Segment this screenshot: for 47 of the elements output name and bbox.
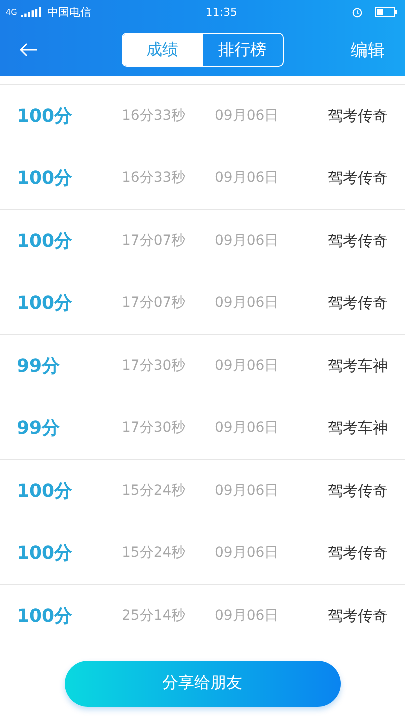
score-text: 100分 — [17, 230, 74, 253]
score-text: 100分 — [17, 167, 74, 190]
score-text: 99分 — [17, 355, 62, 378]
date-text: 09月06日 — [215, 232, 280, 250]
nickname-text: 驾考传奇 — [328, 606, 388, 626]
status-time: 11:35 — [206, 6, 238, 18]
nickname-text: 驾考传奇 — [328, 544, 388, 562]
date-text: 09月06日 — [215, 482, 280, 500]
duration-text: 17分07秒 — [122, 294, 187, 312]
date-text: 09月06日 — [215, 107, 280, 125]
nickname-text: 驾考传奇 — [328, 232, 388, 250]
duration-text: 25分14秒 — [122, 607, 187, 625]
signal-icon — [21, 7, 44, 17]
back-button[interactable] — [20, 43, 38, 57]
score-text: 100分 — [17, 480, 74, 503]
alarm-icon — [352, 6, 363, 18]
date-text: 09月06日 — [215, 357, 280, 375]
carrier-label: 中国电信 — [47, 4, 92, 20]
date-text: 09月06日 — [215, 419, 280, 437]
score-text: 100分 — [17, 605, 74, 628]
duration-text: 16分33秒 — [122, 107, 187, 125]
network-label: 4G — [6, 8, 18, 16]
score-text: 100分 — [17, 105, 74, 128]
tab[interactable]: 成绩 — [122, 34, 202, 66]
nickname-text: 驾考传奇 — [328, 294, 388, 312]
nickname-text: 驾考传奇 — [328, 106, 388, 126]
duration-text: 16分33秒 — [122, 169, 187, 187]
date-text: 09月06日 — [215, 544, 280, 562]
nickname-text: 驾考传奇 — [328, 168, 388, 188]
score-text: 99分 — [17, 417, 62, 440]
duration-text: 15分24秒 — [122, 544, 187, 562]
nickname-text: 驾考传奇 — [328, 482, 388, 500]
nickname-text: 驾考车神 — [328, 356, 388, 376]
date-text: 09月06日 — [215, 607, 280, 625]
share-button[interactable]: 分享给朋友 — [64, 660, 340, 706]
duration-text: 15分24秒 — [122, 482, 187, 500]
duration-text: 17分30秒 — [122, 357, 187, 375]
date-text: 09月06日 — [215, 169, 280, 187]
score-text: 100分 — [17, 292, 74, 315]
duration-text: 17分30秒 — [122, 419, 187, 437]
battery-icon — [375, 7, 397, 17]
tab[interactable]: 排行榜 — [202, 34, 282, 66]
duration-text: 17分07秒 — [122, 232, 187, 250]
score-text: 100分 — [17, 542, 74, 565]
date-text: 09月06日 — [215, 294, 280, 312]
edit-button[interactable]: 编辑 — [351, 38, 385, 62]
nickname-text: 驾考车神 — [328, 418, 388, 438]
